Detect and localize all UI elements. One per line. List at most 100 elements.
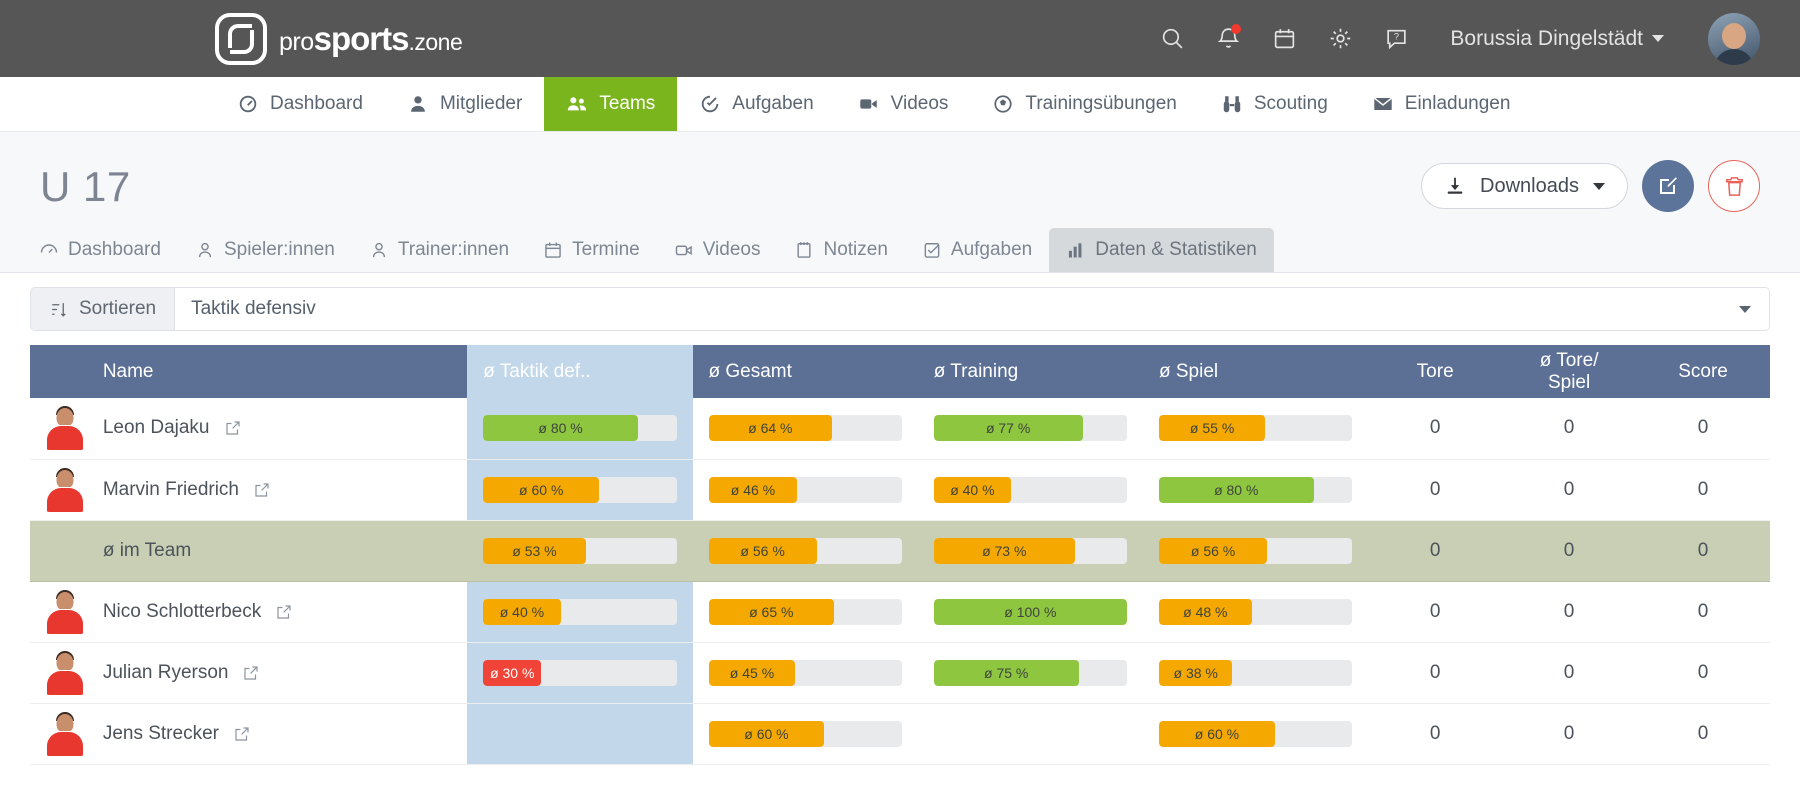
binoculars-icon <box>1223 96 1241 113</box>
external-link-icon[interactable] <box>253 481 271 499</box>
col-name[interactable]: Name <box>86 345 468 398</box>
user-avatar[interactable] <box>1708 12 1760 65</box>
tab-trainerinnen[interactable]: Trainer:innen <box>352 228 526 272</box>
progress-bar: ø 40 % <box>933 476 1127 503</box>
tab-daten-statistiken[interactable]: Daten & Statistiken <box>1049 228 1274 272</box>
table-row[interactable]: ø im Team ø 53 % ø 56 % ø 73 % ø 56 % 0 0 0 <box>30 520 1770 581</box>
tab-aufgaben[interactable]: Aufgaben <box>905 228 1049 272</box>
player-name: Julian Ryerson <box>102 661 229 683</box>
tore-pro-spiel-cell: 0 <box>1563 478 1575 500</box>
player-name: Nico Schlotterbeck <box>102 600 262 622</box>
video-camera-icon <box>859 99 877 109</box>
table-row[interactable]: Nico Schlotterbeck ø 40 % ø 65 % ø 100 % ø 4… <box>30 581 1770 642</box>
progress-bar: ø 45 % <box>708 659 902 686</box>
table-row[interactable]: Leon Dajaku ø 80 % ø 64 % ø 77 % ø 55 % 0 0 0 <box>30 398 1770 459</box>
tore-cell: 0 <box>1429 661 1441 683</box>
org-switcher[interactable]: Borussia Dingelstädt <box>1450 27 1664 51</box>
sort-button-label: Sortieren <box>79 298 157 319</box>
tab-spielerinnen[interactable]: Spieler:innen <box>178 228 352 272</box>
table-head: Name ø Taktik def.. ø Gesamt ø Training … <box>30 345 1770 398</box>
bar-cell: ø 60 % <box>467 459 693 520</box>
external-link-icon[interactable] <box>242 664 260 682</box>
name-cell: Julian Ryerson <box>87 642 467 703</box>
tab-dashboard[interactable]: Dashboard <box>22 228 178 272</box>
tab-label: Dashboard <box>68 239 161 260</box>
player-name: Marvin Friedrich <box>102 478 240 500</box>
edit-button[interactable] <box>1642 160 1694 212</box>
player-photo <box>46 406 84 451</box>
tore-pro-spiel-cell: 0 <box>1563 417 1575 439</box>
nav-item-einladungen[interactable]: Einladungen <box>1350 77 1533 131</box>
progress-bar-label: ø 60 % <box>519 481 564 498</box>
bar-cell: ø 56 % <box>1143 520 1368 581</box>
tab-label: Notizen <box>823 239 888 260</box>
delete-button[interactable] <box>1708 160 1760 212</box>
calendar-icon[interactable] <box>1270 25 1298 53</box>
nav-item-mitglieder[interactable]: Mitglieder <box>385 77 544 131</box>
external-link-icon[interactable] <box>224 419 242 437</box>
app-logo[interactable]: prosports.zone <box>215 12 463 65</box>
tab-label: Spieler:innen <box>223 239 335 260</box>
progress-bar-fill: ø 53 % <box>483 537 586 564</box>
col-training[interactable]: ø Training <box>917 345 1143 398</box>
nav-item-scouting[interactable]: Scouting <box>1199 77 1350 131</box>
avatar-cell <box>30 642 87 703</box>
help-icon[interactable]: ? <box>1382 25 1410 53</box>
progress-bar-label: ø 45 % <box>729 664 775 681</box>
tab-termine[interactable]: Termine <box>526 228 657 272</box>
edit-pencil-icon <box>1660 177 1677 194</box>
search-icon[interactable] <box>1158 25 1186 53</box>
progress-bar: ø 56 % <box>1158 537 1353 564</box>
col-taktik-def[interactable]: ø Taktik def.. <box>467 345 693 398</box>
person-icon <box>198 242 212 258</box>
external-link-icon[interactable] <box>275 603 293 621</box>
logo-pro-text: pro <box>279 27 314 56</box>
table-row[interactable]: Julian Ryerson ø 30 % ø 45 % ø 75 % ø 38 % 0 0… <box>30 642 1770 703</box>
bar-cell-empty <box>918 703 1143 764</box>
col-gesamt[interactable]: ø Gesamt <box>692 345 918 398</box>
nav-item-videos[interactable]: Videos <box>836 77 971 131</box>
logo-sports-text: sports <box>313 19 410 57</box>
score-cell: 0 <box>1697 417 1709 439</box>
nav-item-dashboard[interactable]: Dashboard <box>215 77 385 131</box>
col-spiel[interactable]: ø Spiel <box>1142 345 1369 398</box>
progress-bar-label: ø 40 % <box>499 603 545 620</box>
tab-notizen[interactable]: Notizen <box>777 228 904 272</box>
stats-table: Name ø Taktik def.. ø Gesamt ø Training … <box>30 345 1770 765</box>
sort-button[interactable]: Sortieren <box>31 288 176 330</box>
progress-bar-fill: ø 56 % <box>1158 537 1268 564</box>
nav-label: Mitglieder <box>439 93 523 114</box>
sort-select[interactable]: Taktik defensiv <box>175 288 1769 330</box>
bar-chart-icon <box>1069 243 1082 258</box>
downloads-button[interactable]: Downloads <box>1421 163 1628 209</box>
progress-bar-label: ø 55 % <box>1189 420 1235 437</box>
col-tore-spiel[interactable]: ø Tore/ Spiel <box>1502 345 1637 398</box>
people-icon <box>568 97 587 111</box>
svg-text:?: ? <box>1394 32 1399 42</box>
bar-cell: ø 46 % <box>693 459 918 520</box>
name-cell: Leon Dajaku <box>87 398 467 459</box>
tore-cell: 0 <box>1429 539 1441 561</box>
progress-bar: ø 75 % <box>933 659 1127 686</box>
envelope-icon <box>1373 97 1392 110</box>
progress-bar-fill: ø 60 % <box>708 720 825 747</box>
progress-bar-label: ø 64 % <box>748 420 793 437</box>
progress-bar-fill: ø 80 % <box>1158 476 1314 503</box>
gear-icon[interactable] <box>1326 25 1354 53</box>
col-tore[interactable]: Tore <box>1368 345 1503 398</box>
chevron-down-icon <box>1739 305 1751 313</box>
progress-bar: ø 48 % <box>1158 598 1353 625</box>
tore-cell: 0 <box>1429 478 1441 500</box>
nav-item-trainingsuebungen[interactable]: Trainingsübungen <box>970 77 1198 131</box>
col-score[interactable]: Score <box>1636 345 1770 398</box>
bell-icon[interactable] <box>1214 23 1242 53</box>
nav-item-aufgaben[interactable]: Aufgaben <box>677 77 835 131</box>
progress-bar-fill: ø 60 % <box>1158 720 1275 747</box>
table-row[interactable]: Jens Strecker ø 60 % ø 60 % 0 0 0 <box>30 703 1770 764</box>
tab-videos[interactable]: Videos <box>657 228 778 272</box>
nav-item-teams[interactable]: Teams <box>544 77 678 131</box>
external-link-icon[interactable] <box>233 725 251 743</box>
progress-bar-fill: ø 77 % <box>933 415 1083 442</box>
progress-bar-label: ø 56 % <box>740 542 785 559</box>
table-row[interactable]: Marvin Friedrich ø 60 % ø 46 % ø 40 % ø 80 %… <box>30 459 1770 520</box>
